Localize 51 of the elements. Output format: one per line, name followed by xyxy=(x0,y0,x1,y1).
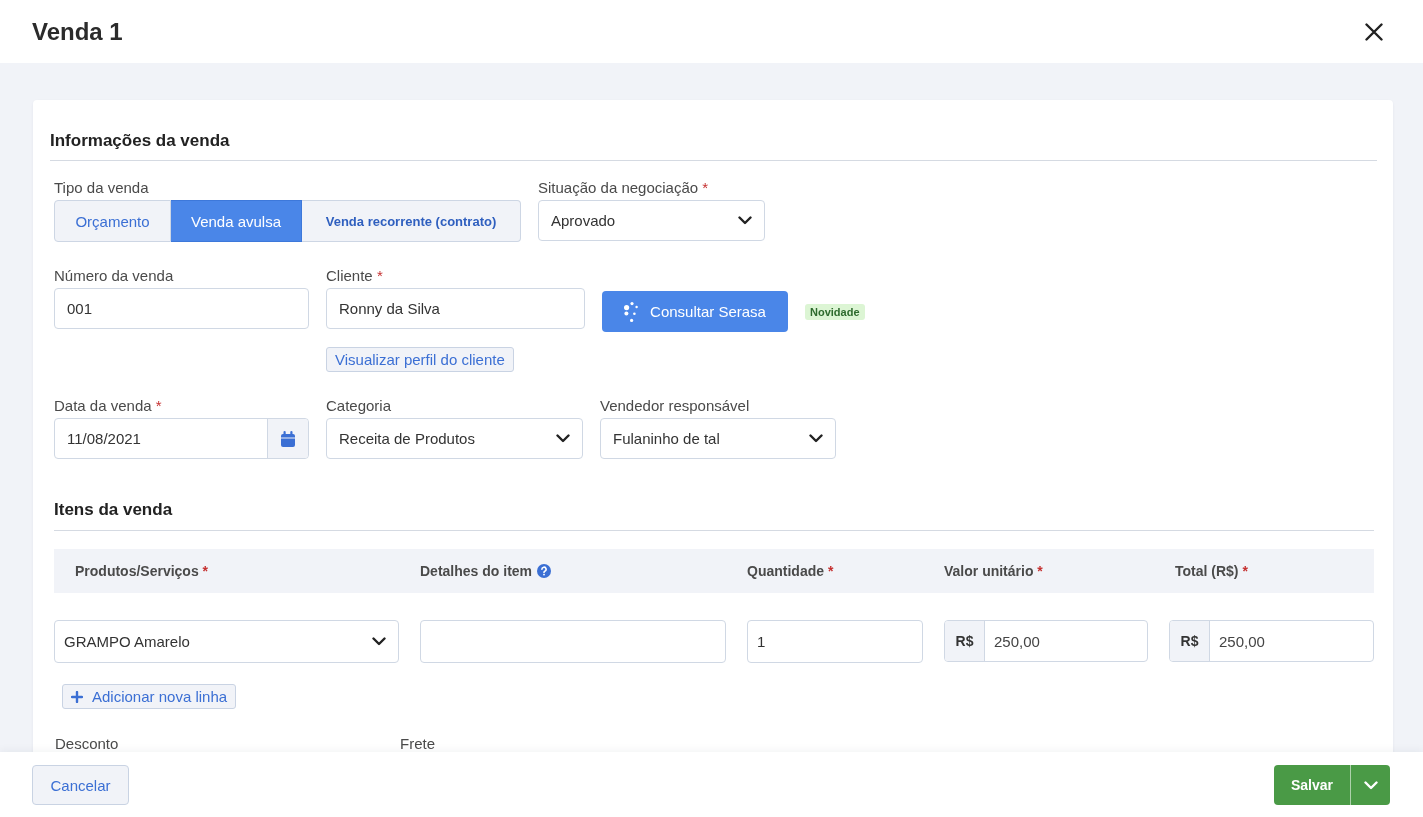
select-field[interactable]: GRAMPO Amarelo xyxy=(54,620,399,663)
input-field[interactable]: 1 xyxy=(747,620,923,663)
field-label: Frete xyxy=(400,735,435,752)
chevron-down-icon xyxy=(1363,780,1378,790)
currency-field[interactable]: R$ 250,00 xyxy=(944,620,1148,662)
section-heading: Itens da venda xyxy=(54,499,1374,531)
chevron-down-icon xyxy=(738,216,752,225)
save-button[interactable]: Salvar xyxy=(1274,765,1350,805)
new-badge: Novidade xyxy=(805,304,865,320)
field-label: Cliente * xyxy=(326,267,384,285)
input-field[interactable] xyxy=(420,620,726,663)
date-field[interactable]: 11/08/2021 xyxy=(54,418,309,459)
input-field[interactable]: 001 xyxy=(54,288,309,329)
field-label: Data da venda * xyxy=(54,397,163,415)
dots-logo-icon xyxy=(624,301,639,322)
sale-type-tab[interactable]: Orçamento xyxy=(54,200,171,242)
field-label: Situação da negociação * xyxy=(538,179,710,197)
chevron-down-icon xyxy=(556,434,570,443)
currency-prefix: R$ xyxy=(945,621,985,661)
profile-link[interactable]: Visualizar perfil do cliente xyxy=(326,347,514,372)
column-header: Detalhes do item xyxy=(420,563,533,579)
sale-type-tab[interactable]: Venda recorrente (contrato) xyxy=(302,200,521,242)
calendar-button[interactable] xyxy=(267,419,308,458)
field-label: Desconto xyxy=(55,735,119,752)
add-row-button[interactable]: Adicionar nova linha xyxy=(62,684,237,709)
field-label: Vendedor responsável xyxy=(600,397,751,415)
select-field[interactable]: Fulaninho de tal xyxy=(600,418,836,459)
sale-type-tab[interactable]: Venda avulsa xyxy=(171,200,302,242)
section-heading: Informações da venda xyxy=(50,130,1377,161)
input-field[interactable]: Ronny da Silva xyxy=(326,288,585,329)
field-label: Número da venda xyxy=(54,267,175,285)
select-field[interactable]: Receita de Produtos xyxy=(326,418,583,459)
calendar-icon xyxy=(281,430,295,447)
consult-button[interactable]: Consultar Serasa xyxy=(602,291,788,332)
column-header: Produtos/Serviços * xyxy=(75,563,209,579)
cancel-button[interactable]: Cancelar xyxy=(32,765,129,805)
plus-icon xyxy=(71,690,83,703)
chevron-down-icon xyxy=(809,434,823,443)
currency-field[interactable]: R$ 250,00 xyxy=(1169,620,1374,662)
close-button[interactable] xyxy=(1365,22,1383,41)
column-header: Total (R$) * xyxy=(1175,563,1248,579)
field-label: Tipo da venda xyxy=(54,179,150,197)
window-title: Venda 1 xyxy=(32,17,123,46)
column-header: Quantidade * xyxy=(747,563,834,579)
close-icon xyxy=(1365,22,1383,41)
column-header: Valor unitário * xyxy=(944,563,1043,579)
field-label: Categoria xyxy=(326,397,393,415)
chevron-down-icon xyxy=(372,637,386,646)
select-field[interactable]: Aprovado xyxy=(538,200,765,241)
currency-prefix: R$ xyxy=(1170,621,1210,661)
save-options-button[interactable] xyxy=(1350,765,1390,805)
